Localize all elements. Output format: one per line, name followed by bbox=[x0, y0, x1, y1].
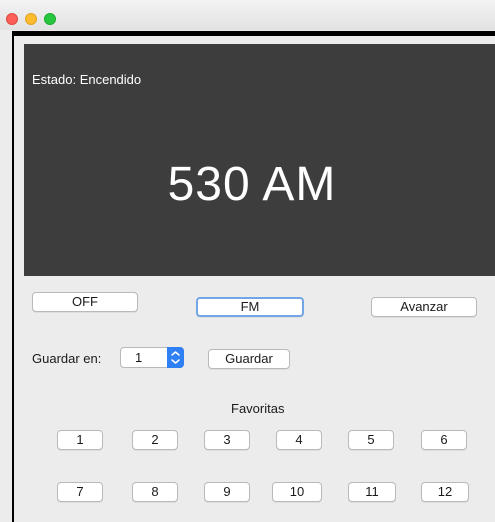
minimize-window-icon[interactable] bbox=[25, 13, 37, 25]
zoom-window-icon[interactable] bbox=[44, 13, 56, 25]
band-toggle-button[interactable]: FM bbox=[196, 297, 304, 317]
favorite-button-11[interactable]: 11 bbox=[348, 482, 396, 502]
favorite-button-10[interactable]: 10 bbox=[272, 482, 322, 502]
favorite-button-1[interactable]: 1 bbox=[57, 430, 103, 450]
favorites-title: Favoritas bbox=[231, 401, 285, 416]
radio-display: Estado: Encendido 530 AM bbox=[24, 44, 495, 276]
favorite-button-6[interactable]: 6 bbox=[421, 430, 467, 450]
favorite-button-12[interactable]: 12 bbox=[421, 482, 469, 502]
favorite-button-4[interactable]: 4 bbox=[276, 430, 322, 450]
app-window: Estado: Encendido 530 AM OFF FM Avanzar … bbox=[0, 0, 495, 522]
save-slot-stepper[interactable]: 1 bbox=[120, 347, 184, 368]
power-toggle-button[interactable]: OFF bbox=[32, 292, 138, 312]
title-bar bbox=[0, 0, 495, 30]
frequency-readout: 530 AM bbox=[167, 158, 337, 211]
save-slot-label: Guardar en: bbox=[32, 351, 102, 366]
stepper-arrows-icon[interactable] bbox=[167, 347, 184, 368]
save-button[interactable]: Guardar bbox=[208, 349, 290, 369]
advance-button[interactable]: Avanzar bbox=[371, 297, 477, 317]
radio-panel: Estado: Encendido 530 AM OFF FM Avanzar … bbox=[12, 31, 495, 522]
save-slot-value: 1 bbox=[135, 350, 143, 365]
favorite-button-9[interactable]: 9 bbox=[204, 482, 250, 502]
favorite-button-8[interactable]: 8 bbox=[132, 482, 178, 502]
favorite-button-2[interactable]: 2 bbox=[132, 430, 178, 450]
close-window-icon[interactable] bbox=[6, 13, 18, 25]
favorite-button-5[interactable]: 5 bbox=[348, 430, 394, 450]
favorite-button-3[interactable]: 3 bbox=[204, 430, 250, 450]
up-down-chevron-icon bbox=[171, 351, 180, 364]
favorite-button-7[interactable]: 7 bbox=[57, 482, 103, 502]
status-label: Estado: Encendido bbox=[32, 72, 142, 87]
